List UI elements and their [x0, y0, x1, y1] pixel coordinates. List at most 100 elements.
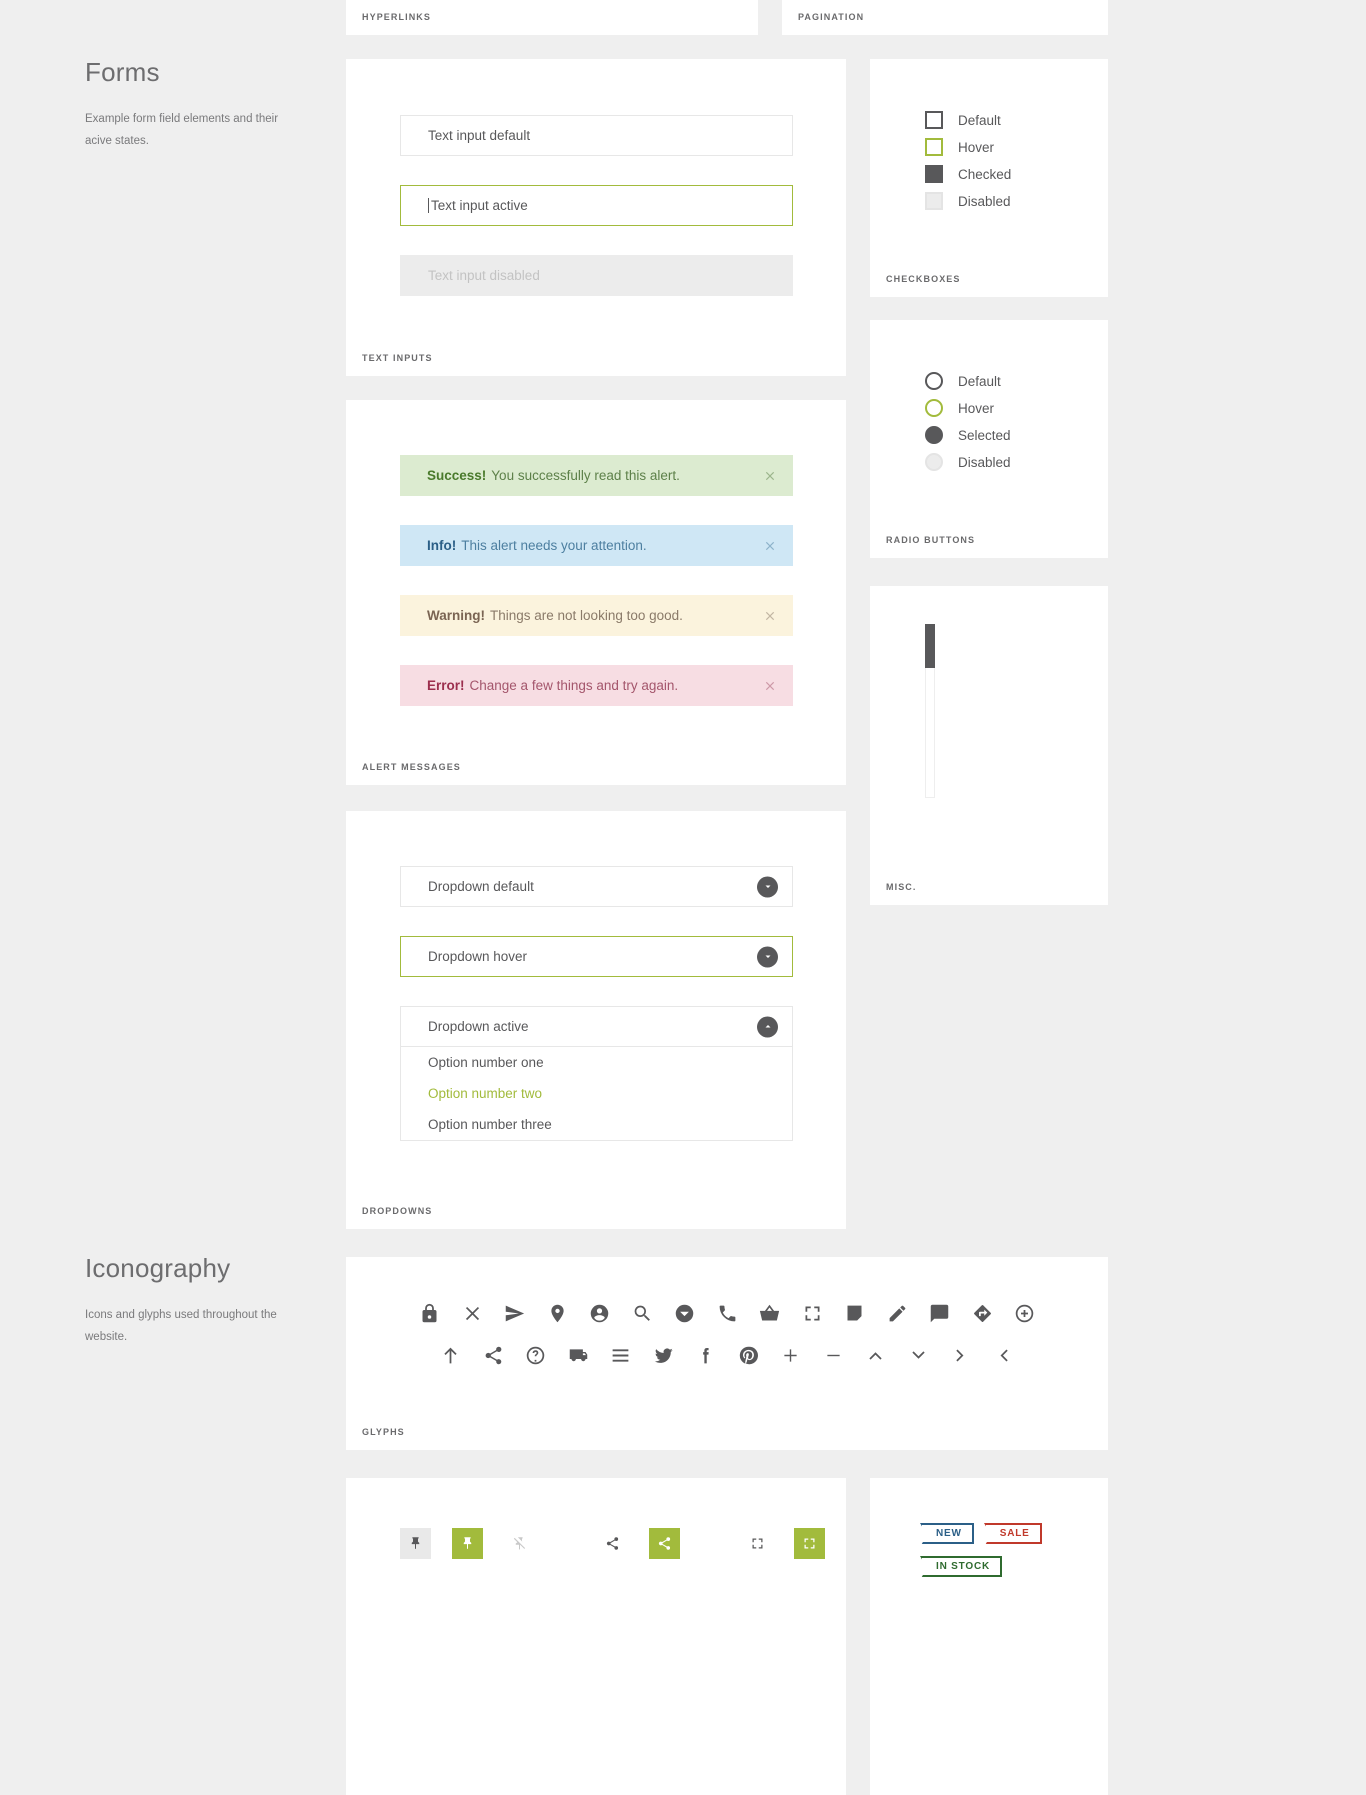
- location-pin-icon[interactable]: [536, 1303, 579, 1324]
- share-icon[interactable]: [597, 1528, 628, 1559]
- alert-info: Info! This alert needs your attention.: [400, 525, 793, 566]
- radio-icon-default[interactable]: [925, 372, 943, 390]
- checkbox-row-disabled: Disabled: [925, 192, 1011, 210]
- plus-circle-icon[interactable]: [1003, 1303, 1046, 1324]
- checkbox-list: Default Hover Checked Disabled: [925, 111, 1011, 219]
- radio-label-disabled: Disabled: [958, 454, 1011, 470]
- chevron-up-icon[interactable]: [855, 1345, 898, 1366]
- phone-icon[interactable]: [706, 1303, 749, 1324]
- text-input-default[interactable]: Text input default: [400, 115, 793, 156]
- chevron-down-icon[interactable]: [757, 876, 778, 897]
- chevron-right-icon[interactable]: [940, 1345, 983, 1366]
- badges-card: NEW SALE IN STOCK: [870, 1478, 1108, 1795]
- checkbox-row-default[interactable]: Default: [925, 111, 1011, 129]
- alert-warning-text: Things are not looking too good.: [490, 608, 683, 623]
- list-item[interactable]: Option number one: [401, 1047, 792, 1078]
- chevron-down-icon[interactable]: [757, 946, 778, 967]
- search-icon[interactable]: [621, 1303, 664, 1324]
- misc-card: MISC.: [870, 586, 1108, 905]
- basket-icon[interactable]: [748, 1303, 791, 1324]
- hyperlinks-card: HYPERLINKS: [346, 0, 758, 35]
- radio-row-hover[interactable]: Hover: [925, 399, 1011, 417]
- chevron-down-circle-icon[interactable]: [663, 1303, 706, 1324]
- share-icon[interactable]: [472, 1345, 515, 1366]
- chevron-up-icon[interactable]: [757, 1016, 778, 1037]
- close-icon[interactable]: [763, 539, 777, 553]
- scrollbar-thumb[interactable]: [925, 624, 935, 668]
- checkbox-label-hover: Hover: [958, 139, 995, 155]
- checkbox-icon-disabled: [925, 192, 943, 210]
- twitter-icon[interactable]: [642, 1345, 685, 1366]
- truck-icon[interactable]: [557, 1345, 600, 1366]
- dropdown-default[interactable]: Dropdown default: [400, 866, 793, 907]
- checkbox-row-hover[interactable]: Hover: [925, 138, 1011, 156]
- fullscreen-icon[interactable]: [794, 1528, 825, 1559]
- glyph-row-2: [346, 1345, 1108, 1366]
- account-circle-icon[interactable]: [578, 1303, 621, 1324]
- misc-card-label: MISC.: [886, 882, 917, 892]
- radio-icon-hover[interactable]: [925, 399, 943, 417]
- close-icon[interactable]: [763, 609, 777, 623]
- checkbox-icon-default[interactable]: [925, 111, 943, 129]
- minus-icon[interactable]: [812, 1345, 855, 1366]
- alert-error-strong: Error!: [427, 678, 465, 693]
- status-badge: SALE: [983, 1523, 1042, 1547]
- badge-row-2: IN STOCK: [920, 1556, 1002, 1580]
- checkboxes-card-label: CHECKBOXES: [886, 274, 961, 284]
- checkbox-label-default: Default: [958, 112, 1001, 128]
- help-circle-icon[interactable]: [515, 1345, 558, 1366]
- alert-error-text: Change a few things and try again.: [469, 678, 679, 693]
- alert-success: Success! You successfully read this aler…: [400, 455, 793, 496]
- alert-error: Error! Change a few things and try again…: [400, 665, 793, 706]
- chevron-left-icon[interactable]: [982, 1345, 1025, 1366]
- close-icon[interactable]: [763, 679, 777, 693]
- fullscreen-icon[interactable]: [742, 1528, 773, 1559]
- status-badge: NEW: [920, 1523, 974, 1547]
- dropdown-hover[interactable]: Dropdown hover: [400, 936, 793, 977]
- note-icon[interactable]: [833, 1303, 876, 1324]
- glyphs-card: GLYPHS: [346, 1257, 1108, 1450]
- checkboxes-card: Default Hover Checked Disabled CHECKBOXE…: [870, 59, 1108, 297]
- close-icon[interactable]: [763, 469, 777, 483]
- menu-icon[interactable]: [600, 1345, 643, 1366]
- radio-icon-selected[interactable]: [925, 426, 943, 444]
- close-icon[interactable]: [451, 1303, 494, 1324]
- comment-icon[interactable]: [918, 1303, 961, 1324]
- lock-icon[interactable]: [408, 1303, 451, 1324]
- dropdowns-card: Dropdown default Dropdown hover Dropdown…: [346, 811, 846, 1229]
- list-item[interactable]: Option number three: [401, 1109, 792, 1140]
- checkbox-icon-checked[interactable]: [925, 165, 943, 183]
- radio-buttons-card: Default Hover Selected Disabled RADIO BU…: [870, 320, 1108, 558]
- checkbox-label-checked: Checked: [958, 166, 1012, 182]
- radio-label-default: Default: [958, 373, 1001, 389]
- pinterest-icon[interactable]: [727, 1345, 770, 1366]
- icon-button-group: [400, 1528, 825, 1559]
- checkbox-row-checked[interactable]: Checked: [925, 165, 1011, 183]
- alert-messages-card-label: ALERT MESSAGES: [362, 762, 461, 772]
- facebook-icon[interactable]: [685, 1345, 728, 1366]
- alert-warning-strong: Warning!: [427, 608, 485, 623]
- fullscreen-icon[interactable]: [791, 1303, 834, 1324]
- pencil-icon[interactable]: [876, 1303, 919, 1324]
- checkbox-label-disabled: Disabled: [958, 193, 1011, 209]
- directions-icon[interactable]: [961, 1303, 1004, 1324]
- dropdown-default-value: Dropdown default: [428, 879, 534, 894]
- plus-icon[interactable]: [770, 1345, 813, 1366]
- arrow-up-icon[interactable]: [430, 1345, 473, 1366]
- page-title-forms: Forms: [85, 57, 160, 87]
- share-icon[interactable]: [649, 1528, 680, 1559]
- pin-icon[interactable]: [452, 1528, 483, 1559]
- unpin-icon[interactable]: [504, 1528, 535, 1559]
- radio-row-selected[interactable]: Selected: [925, 426, 1011, 444]
- text-input-disabled: Text input disabled: [400, 255, 793, 296]
- alert-warning: Warning! Things are not looking too good…: [400, 595, 793, 636]
- send-icon[interactable]: [493, 1303, 536, 1324]
- alert-info-text: This alert needs your attention.: [461, 538, 647, 553]
- list-item[interactable]: Option number two: [401, 1078, 792, 1109]
- chevron-down-icon[interactable]: [897, 1345, 940, 1366]
- checkbox-icon-hover[interactable]: [925, 138, 943, 156]
- text-input-active[interactable]: Text input active: [400, 185, 793, 226]
- dropdown-active[interactable]: Dropdown active: [400, 1006, 793, 1047]
- radio-row-default[interactable]: Default: [925, 372, 1011, 390]
- pin-icon[interactable]: [400, 1528, 431, 1559]
